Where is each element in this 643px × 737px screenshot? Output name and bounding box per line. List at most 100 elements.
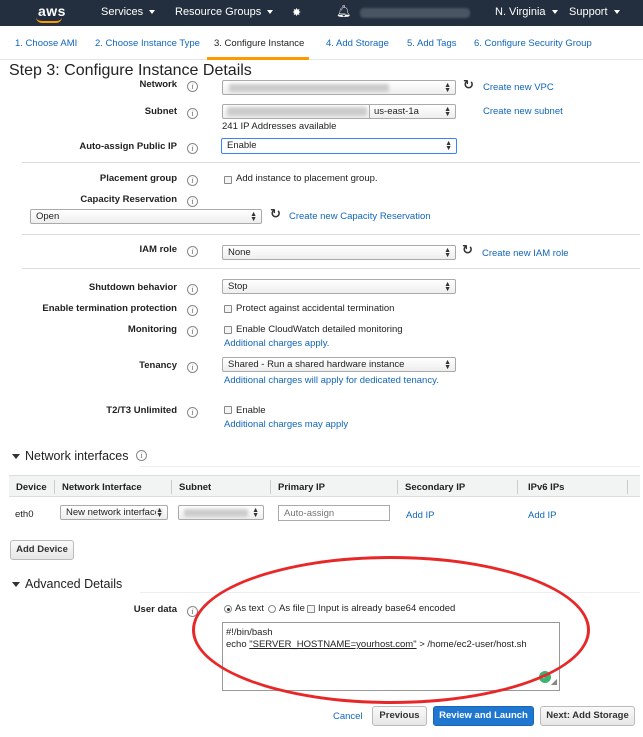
add-ip-link[interactable]: Add IP: [406, 510, 435, 521]
subnet-cell-select[interactable]: ▲ ▼: [178, 505, 264, 520]
region-menu[interactable]: N. Virginia: [495, 6, 558, 18]
create-iam-role-link[interactable]: Create new IAM role: [482, 248, 569, 259]
termination-protection-label: Enable termination protection: [42, 303, 177, 314]
grammarly-icon[interactable]: ✓: [539, 671, 551, 683]
subnet-select[interactable]: us-east-1a ▲ ▼: [222, 104, 456, 119]
collapse-triangle-icon[interactable]: [12, 582, 20, 587]
placement-group-label: Placement group: [99, 173, 177, 184]
user-data-textarea[interactable]: #!/bin/bash echo "SERVER_HOSTNAME=yourho…: [222, 622, 560, 691]
account-name[interactable]: [360, 8, 470, 18]
network-select[interactable]: ▲ ▼: [222, 80, 456, 95]
termination-protection-checkbox[interactable]: [224, 305, 232, 313]
tenancy-charges-link[interactable]: Additional charges will apply for dedica…: [224, 375, 439, 386]
column-subnet: Subnet: [179, 482, 212, 493]
divider: [22, 162, 640, 163]
info-icon[interactable]: i: [187, 108, 198, 119]
tab-add-storage[interactable]: 4. Add Storage: [326, 38, 389, 49]
device-cell: eth0: [15, 509, 34, 520]
advanced-details-heading[interactable]: Advanced Details: [25, 577, 122, 591]
top-navigation-bar: aws Services Resource Groups ✸ 🔔︎ N. Vir…: [0, 0, 643, 26]
select-arrows-icon: ▲ ▼: [444, 359, 451, 371]
aws-smile-icon: [36, 17, 62, 23]
capacity-reservation-select[interactable]: Open ▲ ▼: [30, 209, 262, 224]
collapse-triangle-icon[interactable]: [12, 454, 20, 459]
select-arrows-icon: ▲ ▼: [252, 507, 259, 519]
create-vpc-link[interactable]: Create new VPC: [483, 82, 554, 93]
previous-button[interactable]: Previous: [372, 706, 427, 726]
monitoring-text: Enable CloudWatch detailed monitoring: [236, 324, 403, 335]
base64-checkbox[interactable]: [307, 605, 315, 613]
select-arrows-icon: ▲ ▼: [445, 140, 452, 152]
t2t3-unlimited-label: T2/T3 Unlimited: [106, 405, 177, 416]
tab-configure-security-group[interactable]: 6. Configure Security Group: [474, 38, 592, 49]
page-title: Step 3: Configure Instance Details: [9, 62, 252, 79]
base64-label: Input is already base64 encoded: [318, 603, 456, 614]
primary-ip-input[interactable]: [278, 505, 390, 521]
iam-role-select[interactable]: None ▲ ▼: [222, 245, 456, 260]
create-subnet-link[interactable]: Create new subnet: [483, 106, 563, 117]
monitoring-checkbox[interactable]: [224, 326, 232, 334]
refresh-icon[interactable]: ↻: [270, 206, 281, 222]
create-capacity-reservation-link[interactable]: Create new Capacity Reservation: [289, 211, 431, 222]
tab-configure-instance[interactable]: 3. Configure Instance: [214, 38, 304, 49]
shutdown-behavior-select[interactable]: Stop ▲ ▼: [222, 279, 456, 294]
support-menu[interactable]: Support: [569, 6, 620, 18]
as-file-radio[interactable]: [268, 605, 276, 613]
t2t3-unlimited-checkbox[interactable]: [224, 406, 232, 414]
subnet-label: Subnet: [144, 106, 177, 117]
public-ip-label: Auto-assign Public IP: [79, 141, 177, 152]
monitoring-charges-link[interactable]: Additional charges apply.: [224, 338, 329, 349]
public-ip-select[interactable]: Enable ▲ ▼: [221, 138, 457, 154]
info-icon[interactable]: i: [187, 284, 198, 295]
next-add-storage-button[interactable]: Next: Add Storage: [540, 706, 635, 726]
divider: [22, 234, 640, 235]
placement-group-checkbox[interactable]: [224, 176, 232, 184]
chevron-down-icon: [149, 10, 156, 15]
select-arrows-icon: ▲ ▼: [156, 507, 163, 519]
network-interfaces-heading[interactable]: Network interfaces: [25, 449, 129, 463]
info-icon[interactable]: i: [187, 326, 198, 337]
info-icon[interactable]: i: [187, 362, 198, 373]
network-value: [229, 84, 389, 92]
info-icon[interactable]: i: [187, 606, 198, 617]
info-icon[interactable]: i: [187, 407, 198, 418]
info-icon[interactable]: i: [136, 450, 147, 461]
review-and-launch-button[interactable]: Review and Launch: [433, 706, 534, 726]
tenancy-select[interactable]: Shared - Run a shared hardware instance …: [222, 357, 456, 372]
resource-groups-menu[interactable]: Resource Groups: [175, 6, 274, 18]
resize-grip-icon[interactable]: ◢: [551, 676, 557, 688]
refresh-icon[interactable]: ↻: [462, 242, 473, 258]
services-menu[interactable]: Services: [101, 6, 156, 18]
column-ipv6-ips: IPv6 IPs: [528, 482, 565, 493]
subnet-zone: us-east-1a: [374, 106, 419, 117]
bell-icon[interactable]: 🔔︎: [336, 4, 351, 18]
tenancy-label: Tenancy: [139, 360, 177, 371]
pin-icon[interactable]: ✸: [292, 6, 301, 19]
shutdown-behavior-label: Shutdown behavior: [88, 282, 177, 293]
info-icon[interactable]: i: [187, 81, 198, 92]
tab-choose-instance-type[interactable]: 2. Choose Instance Type: [95, 38, 200, 49]
add-device-button[interactable]: Add Device: [10, 540, 74, 560]
as-text-radio[interactable]: [224, 605, 232, 613]
info-icon[interactable]: i: [187, 305, 198, 316]
network-interface-select[interactable]: New network interface ▲ ▼: [60, 505, 168, 520]
cancel-link[interactable]: Cancel: [333, 711, 363, 722]
divider: [140, 592, 640, 593]
column-network-interface: Network Interface: [62, 482, 142, 493]
column-separator: [54, 480, 55, 494]
info-icon[interactable]: i: [187, 143, 198, 154]
add-ipv6-link[interactable]: Add IP: [528, 510, 557, 521]
refresh-icon[interactable]: ↻: [463, 77, 474, 93]
hostname-text: "SERVER_HOSTNAME=yourhost.com": [249, 639, 417, 650]
tab-add-tags[interactable]: 5. Add Tags: [407, 38, 456, 49]
info-icon[interactable]: i: [187, 196, 198, 207]
tab-choose-ami[interactable]: 1. Choose AMI: [15, 38, 77, 49]
select-arrows-icon: ▲ ▼: [444, 82, 451, 94]
info-icon[interactable]: i: [187, 175, 198, 186]
info-icon[interactable]: i: [187, 246, 198, 257]
select-arrows-icon: ▲ ▼: [250, 211, 257, 223]
column-separator: [397, 480, 398, 494]
script-line: echo "SERVER_HOSTNAME=yourhost.com" > /h…: [226, 639, 527, 650]
t2t3-unlimited-text: Enable: [236, 405, 266, 416]
t2t3-charges-link[interactable]: Additional charges may apply: [224, 419, 348, 430]
